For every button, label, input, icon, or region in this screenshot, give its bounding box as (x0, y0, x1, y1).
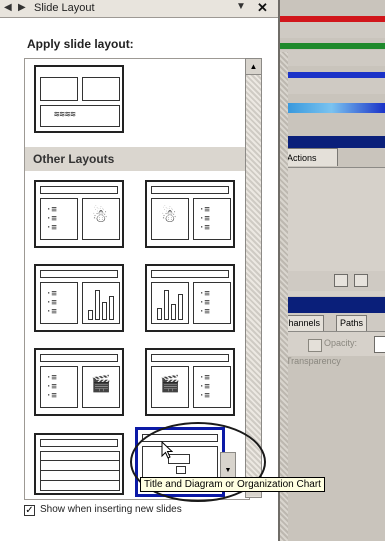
bullet-lines-icon: ·≡ ·≡ ·≡ (199, 205, 210, 233)
tab-paths[interactable]: Paths (336, 315, 368, 331)
pane-title: Slide Layout (34, 2, 95, 14)
other-layouts-header: Other Layouts (25, 147, 249, 171)
bullet-lines-icon: ·≡ ·≡ ·≡ (199, 289, 210, 317)
bullet-lines-icon: ·≡ ·≡ ·≡ (46, 289, 57, 317)
actions-button-strip (278, 271, 385, 291)
opacity-input[interactable] (374, 336, 385, 353)
content-placeholder (40, 77, 78, 101)
spectrum-bar (278, 103, 385, 113)
clipart-icon: ☃ (161, 206, 178, 226)
opacity-label: Opacity: (324, 338, 358, 348)
layout-title-table[interactable] (34, 433, 124, 495)
title-placeholder (151, 270, 229, 278)
title-placeholder (151, 354, 229, 362)
clipart-icon: ☃ (92, 206, 109, 226)
chart-icon (88, 288, 114, 320)
media-clip-icon: 🎬 (160, 376, 180, 393)
layout-tooltip: Title and Diagram or Organization Chart (140, 477, 325, 492)
layout-title-text-media[interactable]: ·≡ ·≡ ·≡ 🎬 (34, 348, 124, 416)
title-placeholder (40, 270, 118, 278)
slide-layout-task-pane: ◀ ▶ Slide Layout ▼ ✕ Apply slide layout:… (0, 0, 280, 541)
checkmark-icon[interactable]: ✓ (24, 505, 35, 516)
color-bar-gap (278, 78, 385, 94)
close-icon[interactable]: ✕ (257, 0, 268, 16)
layout-title-media-text[interactable]: 🎬 ·≡ ·≡ ·≡ (145, 348, 235, 416)
bullet-lines-icon: ·≡ ·≡ ·≡ (199, 373, 210, 401)
forward-icon[interactable]: ▶ (18, 2, 26, 13)
chart-icon (157, 288, 183, 320)
color-bar-gap (278, 50, 385, 66)
content-placeholder (82, 77, 120, 101)
green-color-bar (278, 43, 385, 49)
title-placeholder (151, 186, 229, 194)
tab-actions[interactable]: Actions (282, 148, 338, 166)
layout-title-two-content-text[interactable]: ≋≋≋≋ (34, 65, 124, 133)
layout-title-chart-text[interactable]: ·≡ ·≡ ·≡ (145, 264, 235, 332)
scrollbar-track[interactable] (246, 75, 261, 478)
cursor-icon (161, 441, 173, 459)
transparency-label: Transparency (286, 356, 341, 366)
media-clip-icon: 🎬 (91, 376, 111, 393)
other-layouts-label: Other Layouts (33, 152, 115, 166)
show-on-insert-label: Show when inserting new slides (40, 504, 182, 515)
title-placeholder (40, 439, 118, 447)
layers-title-bar (278, 297, 385, 313)
layout-title-clipart-text[interactable]: ☃ ·≡ ·≡ ·≡ (145, 180, 235, 248)
new-action-button[interactable] (334, 274, 348, 287)
title-placeholder (40, 354, 118, 362)
text-lines-icon: ≋≋≋≋ (54, 110, 76, 120)
layout-gallery-scrollbar[interactable]: ▲ ▼ (245, 58, 262, 498)
bullet-lines-icon: ·≡ ·≡ ·≡ (46, 373, 57, 401)
back-icon[interactable]: ◀ (4, 2, 12, 13)
title-placeholder (142, 434, 218, 442)
org-chart-node (176, 466, 186, 474)
delete-action-button[interactable] (354, 274, 368, 287)
blend-mode-dropdown[interactable] (308, 339, 322, 352)
palette-title-bar (278, 136, 385, 148)
channels-tab-strip: Channels Paths (278, 313, 385, 332)
table-icon (40, 451, 120, 491)
layout-gallery: ≋≋≋≋ Other Layouts ·≡ ·≡ ·≡ ☃ ☃ ·≡ ·≡ ·≡ ·≡ ·… (24, 58, 250, 500)
text-placeholder (40, 105, 120, 127)
pane-header: ◀ ▶ Slide Layout ▼ ✕ (0, 0, 278, 18)
opacity-row: Opacity: (278, 332, 385, 356)
color-bar-gap (278, 22, 385, 38)
dropdown-icon[interactable]: ▼ (236, 1, 246, 12)
layout-title-text-clipart[interactable]: ·≡ ·≡ ·≡ ☃ (34, 180, 124, 248)
title-placeholder (40, 186, 118, 194)
layout-title-text-chart[interactable]: ·≡ ·≡ ·≡ (34, 264, 124, 332)
apply-layout-label: Apply slide layout: (27, 37, 134, 51)
bullet-lines-icon: ·≡ ·≡ ·≡ (46, 205, 57, 233)
scroll-up-icon[interactable]: ▲ (246, 59, 261, 75)
background-app-panels: Actions Channels Paths Opacity: Transpar… (278, 0, 385, 541)
